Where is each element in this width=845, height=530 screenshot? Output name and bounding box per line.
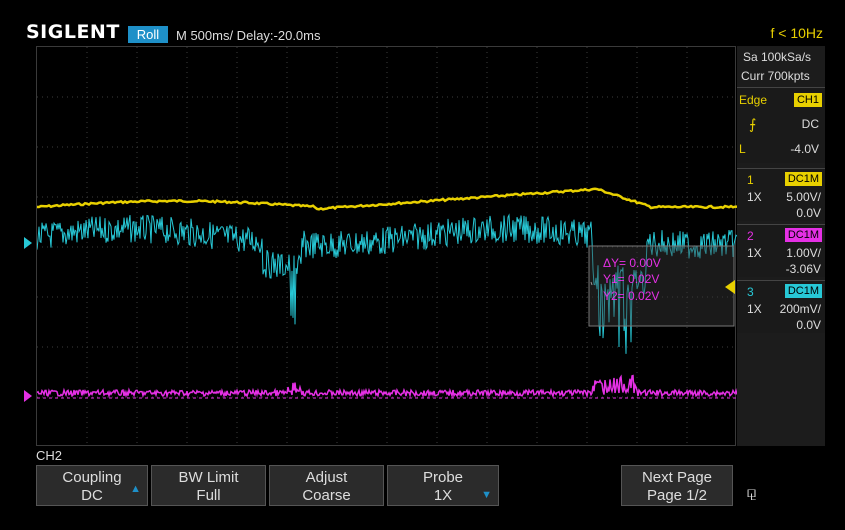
trigger-panel[interactable]: Edge CH1 ⨍ DC L -4.0V <box>737 87 825 163</box>
brand-logo: SIGLENT <box>26 21 120 43</box>
trigger-level-label: L <box>739 142 746 156</box>
network-icon: ⚼ <box>746 484 758 501</box>
ch1-coupling: DC1M <box>784 172 822 186</box>
top-status-bar: SIGLENT Roll M 500ms/ Delay:-20.0ms f < … <box>0 0 845 46</box>
ch3-number: 3 <box>747 285 754 299</box>
frequency-readout: f < 10Hz <box>770 25 823 41</box>
up-arrow-icon: ▲ <box>130 483 141 495</box>
ch3-ground-marker-icon[interactable] <box>24 237 32 249</box>
ch1-probe: 1X <box>747 190 762 204</box>
adjust-label: Adjust <box>305 469 348 486</box>
bw-limit-label: BW Limit <box>178 469 239 486</box>
channel-1-panel[interactable]: 1 DC1M 1X 5.00V/ 0.0V <box>737 168 825 221</box>
cursor-dy: ΔY= 0.00V <box>603 256 661 270</box>
adjust-softkey[interactable]: Adjust Coarse <box>269 465 384 506</box>
ch2-trace <box>37 374 737 399</box>
next-page-softkey[interactable]: Next Page Page 1/2 <box>621 465 733 506</box>
ch1-scale: 5.00V/ <box>786 190 821 204</box>
trigger-coupling: DC <box>801 117 819 131</box>
coupling-softkey[interactable]: Coupling DC ▲ <box>36 465 148 506</box>
ch2-probe: 1X <box>747 246 762 260</box>
next-page-label: Next Page <box>641 469 713 486</box>
menu-channel-label: CH2 <box>36 448 63 463</box>
cursor-y1: Y1= 0.02V <box>603 272 659 286</box>
ch3-scale: 200mV/ <box>779 302 821 316</box>
ch3-coupling: DC1M <box>784 284 822 298</box>
probe-label: Probe <box>422 469 464 486</box>
ch1-offset: 0.0V <box>796 206 821 220</box>
memory-depth: Curr 700kpts <box>741 69 810 83</box>
down-arrow-icon: ▼ <box>481 489 492 501</box>
trigger-level-marker-icon[interactable] <box>725 280 735 294</box>
bw-limit-softkey[interactable]: BW Limit Full <box>151 465 266 506</box>
trigger-source: CH1 <box>793 93 822 107</box>
timebase-readout[interactable]: M 500ms/ Delay:-20.0ms <box>176 28 321 43</box>
sample-rate: Sa 100kSa/s <box>743 50 812 64</box>
ch2-offset: -3.06V <box>785 262 821 276</box>
probe-softkey[interactable]: Probe 1X ▼ <box>387 465 499 506</box>
trigger-level: -4.0V <box>790 142 819 156</box>
ch1-number: 1 <box>747 173 754 187</box>
bw-limit-value: Full <box>196 487 221 504</box>
ch2-ground-marker-icon[interactable] <box>24 390 32 402</box>
cursor-box: ΔY= 0.00V Y1= 0.02V Y2= 0.02V <box>588 245 735 327</box>
ch3-offset: 0.0V <box>796 318 821 332</box>
channel-2-panel[interactable]: 2 DC1M 1X 1.00V/ -3.06V <box>737 224 825 277</box>
next-page-value: Page 1/2 <box>646 487 708 504</box>
cursor-y2: Y2= 0.02V <box>603 289 659 303</box>
waveform-grid: ΔY= 0.00V Y1= 0.02V Y2= 0.02V <box>37 47 737 447</box>
trigger-type: Edge <box>739 93 768 107</box>
waveform-display[interactable]: ΔY= 0.00V Y1= 0.02V Y2= 0.02V <box>36 46 737 447</box>
ch2-number: 2 <box>747 229 754 243</box>
channel-3-panel[interactable]: 3 DC1M 1X 200mV/ 0.0V <box>737 280 825 333</box>
ch2-coupling: DC1M <box>784 228 822 242</box>
adjust-value: Coarse <box>302 487 351 504</box>
ch3-probe: 1X <box>747 302 762 316</box>
rising-edge-icon: ⨍ <box>749 116 757 132</box>
acquisition-mode-badge[interactable]: Roll <box>128 26 168 43</box>
ch1-trace <box>37 187 737 211</box>
right-info-panel: Sa 100kSa/s Curr 700kpts Edge CH1 ⨍ DC L… <box>737 46 825 446</box>
ch2-scale: 1.00V/ <box>786 246 821 260</box>
